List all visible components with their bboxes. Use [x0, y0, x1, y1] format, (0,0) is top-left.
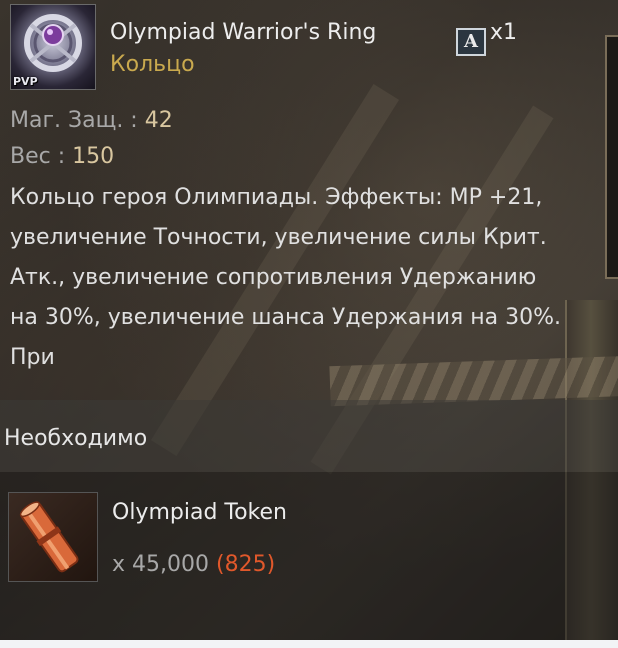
pvp-badge: PVP	[13, 75, 38, 88]
grade-badge: A	[456, 28, 486, 56]
required-amount: x 45,000	[112, 552, 209, 577]
ring-icon: PVP	[10, 4, 96, 90]
stat-weight: Вес : 150	[10, 144, 114, 169]
bottom-strip	[0, 640, 618, 648]
stat-label: Маг. Защ. :	[10, 108, 145, 133]
item-type: Кольцо	[110, 52, 195, 77]
requirements-header: Необходимо	[0, 400, 618, 472]
requirements-label: Необходимо	[4, 426, 148, 451]
background-frame	[605, 35, 618, 279]
item-name: Olympiad Warrior's Ring	[110, 20, 377, 45]
token-scroll-icon	[8, 492, 98, 582]
stat-value: 150	[72, 144, 115, 169]
stat-value: 42	[144, 108, 173, 133]
item-count: x1	[490, 20, 518, 45]
item-tooltip: PVP Olympiad Warrior's Ring A x1 Кольцо …	[0, 0, 618, 640]
owned-amount: (825)	[216, 552, 276, 577]
stat-magic-defense: Маг. Защ. : 42	[10, 108, 173, 133]
stat-label: Вес :	[10, 144, 73, 169]
requirements-list: Olympiad Token x 45,000 (825)	[0, 472, 618, 640]
token-name: Olympiad Token	[112, 500, 287, 525]
item-description: Кольцо героя Олимпиады. Эффекты: MP +21,…	[10, 185, 562, 370]
token-amount: x 45,000 (825)	[112, 552, 275, 577]
